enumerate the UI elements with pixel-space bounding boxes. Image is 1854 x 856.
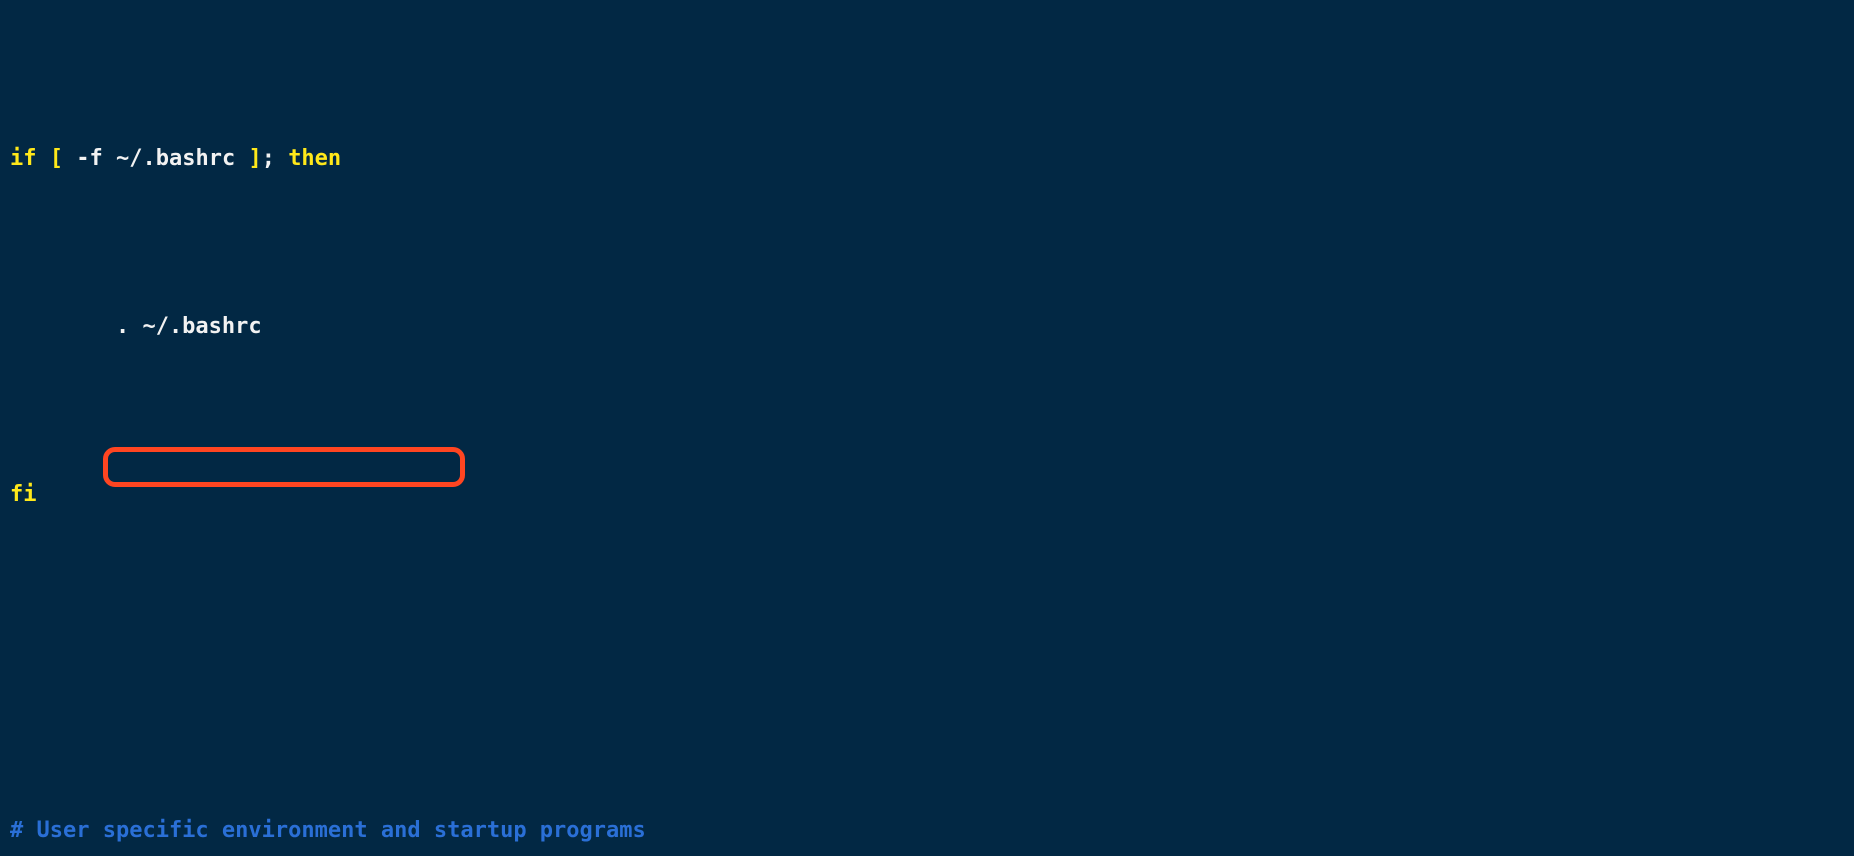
token-then-keyword: then — [288, 146, 342, 172]
code-line-3: fi — [10, 478, 1854, 512]
token-if-keyword: if — [10, 146, 37, 172]
terminal-text-area[interactable]: if [ -f ~/.bashrc ]; then . ~/.bashrc fi… — [10, 8, 1854, 856]
terminal-screen: if [ -f ~/.bashrc ]; then . ~/.bashrc fi… — [0, 0, 1854, 856]
token-fi-keyword: fi — [10, 482, 37, 508]
code-line-2: . ~/.bashrc — [10, 310, 1854, 344]
token-source-bashrc: . ~/.bashrc — [10, 314, 262, 340]
token-open-bracket: [ — [49, 146, 63, 172]
code-line-1: if [ -f ~/.bashrc ]; then — [10, 142, 1854, 176]
code-line-5: # User specific environment and startup … — [10, 814, 1854, 848]
token-comment: # User specific environment and startup … — [10, 818, 646, 844]
token-semicolon: ; — [261, 146, 289, 172]
token-close-bracket: ] — [248, 146, 262, 172]
token-test-expression: -f ~/.bashrc — [63, 146, 249, 172]
code-line-4-blank — [10, 646, 1854, 680]
